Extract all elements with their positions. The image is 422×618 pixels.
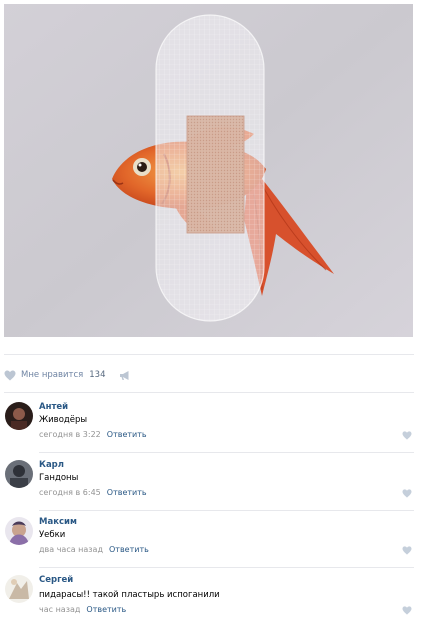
heart-icon[interactable] [402,546,412,555]
avatar[interactable] [5,402,33,430]
comment-item: Сергей пидарасы!! такой пластырь испоган… [4,575,414,618]
reply-link[interactable]: Ответить [109,545,149,554]
like-button[interactable]: Мне нравится 134 [4,370,106,381]
reply-link[interactable]: Ответить [86,605,126,614]
comment-item: Антей Живодёры сегодня в 3:22 Ответить [4,402,414,458]
comment-time[interactable]: два часа назад [39,545,103,554]
heart-icon[interactable] [402,431,412,440]
comment-meta: сегодня в 6:45 Ответить [39,488,147,497]
comment-text: Гандоны [39,473,79,483]
comment-time[interactable]: сегодня в 6:45 [39,488,101,497]
divider-comments [4,392,414,393]
heart-icon[interactable] [402,489,412,498]
comment-meta: сегодня в 3:22 Ответить [39,430,147,439]
comment-time[interactable]: час назад [39,605,80,614]
comment-divider [39,452,414,453]
comment-author[interactable]: Сергей [39,575,73,585]
comment-item: Карл Гандоны сегодня в 6:45 Ответить [4,460,414,516]
heart-icon[interactable] [402,606,412,615]
comment-text: Уебки [39,530,66,540]
like-count: 134 [89,370,106,380]
avatar[interactable] [5,517,33,545]
megaphone-icon[interactable] [119,370,131,381]
divider-top [4,354,414,355]
avatar[interactable] [5,575,33,603]
avatar[interactable] [5,460,33,488]
post-actions: Мне нравится 134 [4,366,131,384]
comment-meta: два часа назад Ответить [39,545,149,554]
comment-time[interactable]: сегодня в 3:22 [39,430,101,439]
post-photo[interactable] [4,4,413,337]
heart-icon [4,370,16,380]
comment-author[interactable]: Максим [39,517,77,527]
goldfish-bandage-image [4,4,413,337]
comment-item: Максим Уебки два часа назад Ответить [4,517,414,573]
like-label: Мне нравится [21,370,84,380]
comment-divider [39,567,414,568]
comment-author[interactable]: Антей [39,402,68,412]
reply-link[interactable]: Ответить [107,488,147,497]
comment-text: Живодёры [39,415,88,425]
reply-link[interactable]: Ответить [107,430,147,439]
comment-text: пидарасы!! такой пластырь испоганили [39,590,220,600]
comment-author[interactable]: Карл [39,460,64,470]
comment-meta: час назад Ответить [39,605,126,614]
comment-divider [39,510,414,511]
